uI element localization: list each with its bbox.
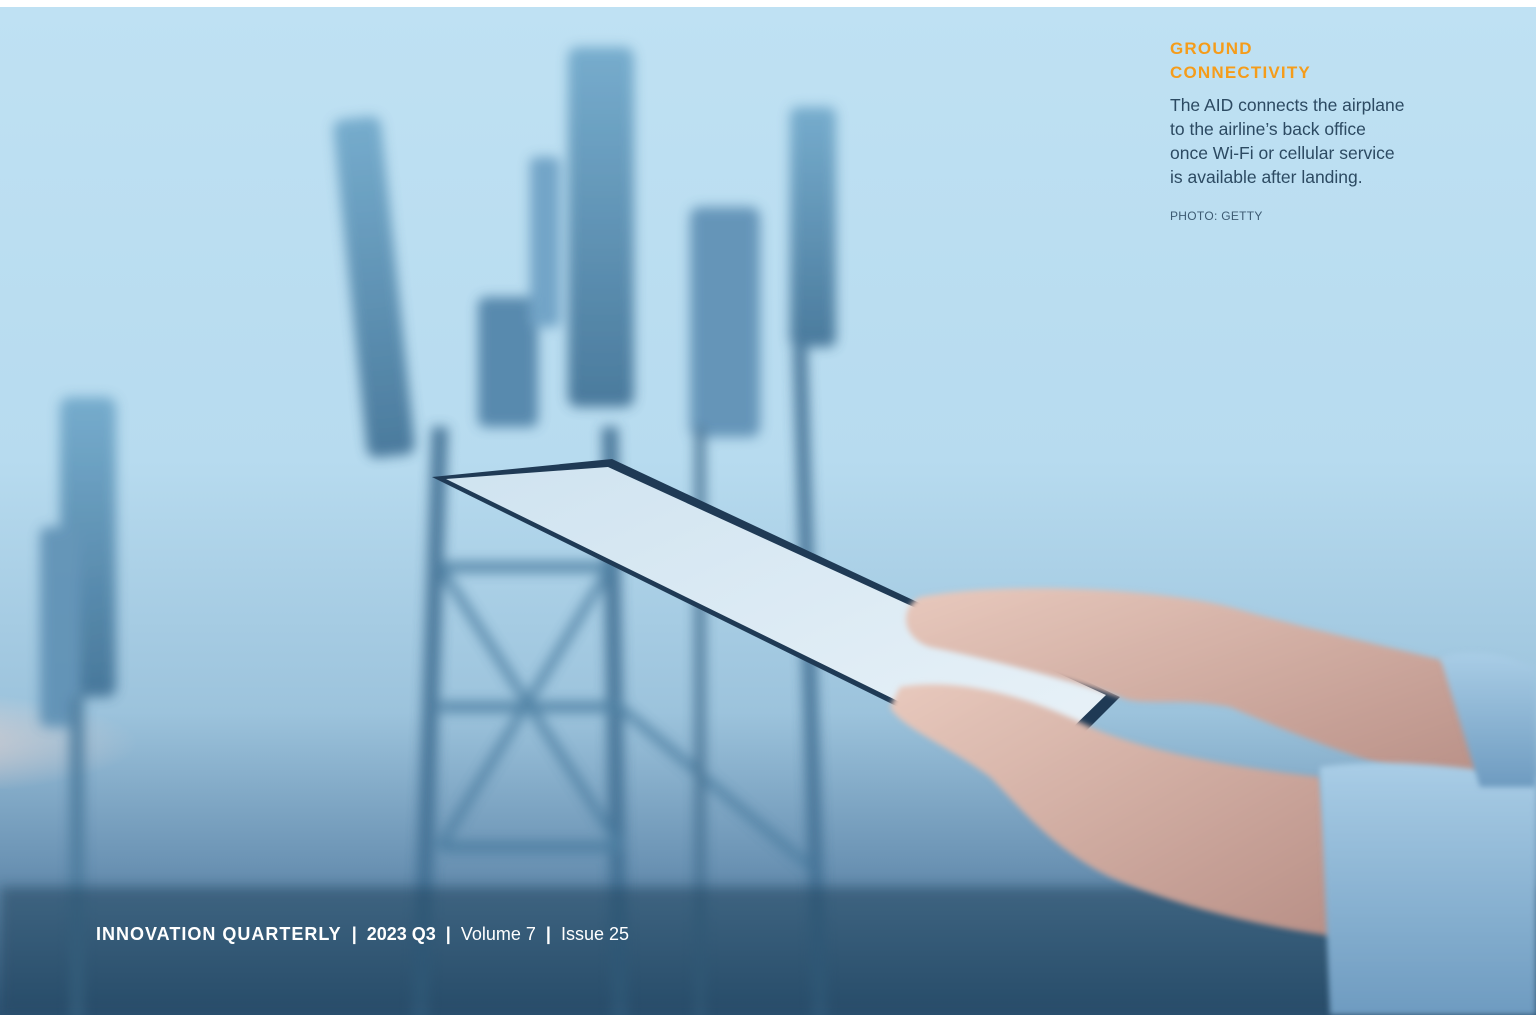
caption-body: The AID connects the airplane to the air… — [1170, 95, 1405, 187]
magazine-page: GROUND CONNECTIVITY The AID connects the… — [0, 0, 1536, 1015]
page-footer: INNOVATION QUARTERLY | 2023 Q3 | Volume … — [96, 924, 629, 945]
footer-separator: | — [545, 924, 551, 944]
caption-title: GROUND CONNECTIVITY — [1170, 39, 1311, 82]
photo-caption: GROUND CONNECTIVITY The AID connects the… — [1170, 37, 1440, 223]
issue-number: Issue 25 — [560, 924, 629, 944]
footer-separator: | — [351, 924, 357, 944]
issue-period: 2023 Q3 — [366, 924, 436, 944]
footer-separator: | — [445, 924, 451, 944]
volume-number: Volume 7 — [460, 924, 536, 944]
photo-credit: PHOTO: GETTY — [1170, 209, 1263, 223]
publication-name: INNOVATION QUARTERLY — [96, 924, 342, 944]
